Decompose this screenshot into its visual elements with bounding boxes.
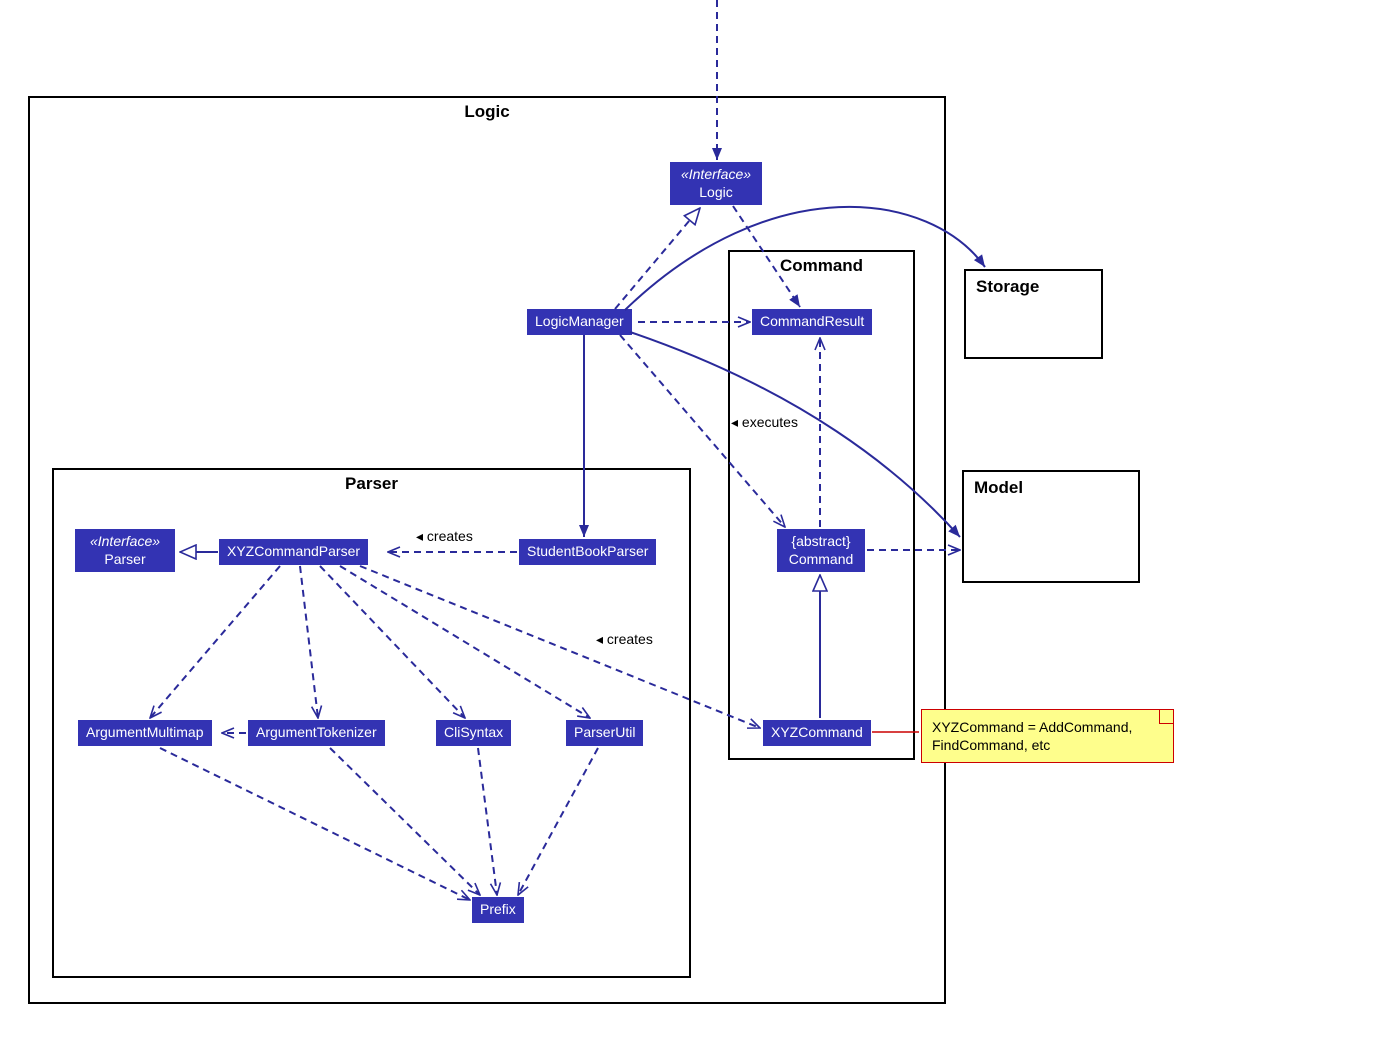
diagram-canvas: Logic Parser Command Storage Model «Inte…	[0, 0, 1382, 1047]
storage-box: Storage	[964, 269, 1103, 359]
node-parser-interface: «Interface» Parser	[75, 529, 175, 572]
storage-title: Storage	[966, 271, 1101, 303]
package-logic-title: Logic	[30, 102, 944, 122]
node-parser-interface-stereo: «Interface»	[83, 533, 167, 551]
node-student-book-parser: StudentBookParser	[519, 539, 656, 565]
node-logic-manager-label: LogicManager	[535, 313, 624, 329]
node-command-result: CommandResult	[752, 309, 872, 335]
model-box: Model	[962, 470, 1140, 583]
package-parser-title: Parser	[54, 474, 689, 494]
node-xyz-command-label: XYZCommand	[771, 724, 863, 740]
note-corner-icon	[1159, 710, 1173, 724]
node-cli-syntax: CliSyntax	[436, 720, 511, 746]
node-abstract-command: {abstract} Command	[777, 529, 865, 572]
node-prefix-label: Prefix	[480, 901, 516, 917]
node-abstract-command-name: Command	[785, 551, 857, 569]
node-command-result-label: CommandResult	[760, 313, 864, 329]
node-student-book-parser-label: StudentBookParser	[527, 543, 648, 559]
node-prefix: Prefix	[472, 897, 524, 923]
label-creates-2: ◂ creates	[596, 631, 653, 648]
note-xyz-command: XYZCommand = AddCommand, FindCommand, et…	[921, 709, 1174, 763]
node-logic-interface-stereo: «Interface»	[678, 166, 754, 184]
node-argument-tokenizer: ArgumentTokenizer	[248, 720, 385, 746]
node-logic-manager: LogicManager	[527, 309, 632, 335]
node-xyz-command-parser: XYZCommandParser	[219, 539, 368, 565]
model-title: Model	[964, 472, 1138, 504]
node-argument-multimap: ArgumentMultimap	[78, 720, 212, 746]
note-xyz-command-text: XYZCommand = AddCommand, FindCommand, et…	[932, 719, 1132, 753]
node-parser-interface-name: Parser	[83, 551, 167, 569]
node-xyz-command-parser-label: XYZCommandParser	[227, 543, 360, 559]
node-abstract-command-stereo: {abstract}	[785, 533, 857, 551]
node-xyz-command: XYZCommand	[763, 720, 871, 746]
label-executes: ◂ executes	[731, 414, 798, 431]
node-argument-multimap-label: ArgumentMultimap	[86, 724, 204, 740]
node-argument-tokenizer-label: ArgumentTokenizer	[256, 724, 377, 740]
node-parser-util: ParserUtil	[566, 720, 643, 746]
label-creates-1: ◂ creates	[416, 528, 473, 545]
node-logic-interface: «Interface» Logic	[670, 162, 762, 205]
package-command-title: Command	[730, 256, 913, 276]
node-logic-interface-name: Logic	[678, 184, 754, 202]
node-cli-syntax-label: CliSyntax	[444, 724, 503, 740]
node-parser-util-label: ParserUtil	[574, 724, 635, 740]
